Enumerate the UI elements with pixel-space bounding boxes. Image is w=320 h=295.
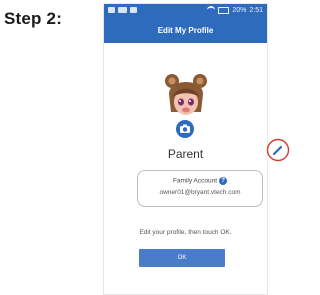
bear-avatar-icon <box>165 74 207 115</box>
battery-percent: 20% <box>232 6 247 14</box>
app-header: 20% 2:51 Edit My Profile <box>104 4 267 43</box>
family-account-box: Family Account? owner01@bryant.vtech.com <box>137 170 263 207</box>
account-title-label: Family Account <box>172 177 218 185</box>
battery-icon <box>218 6 230 14</box>
camera-icon <box>180 124 190 133</box>
ok-button[interactable]: OK <box>139 249 225 267</box>
status-icons-right: 20% 2:51 <box>207 6 263 14</box>
status-time: 2:51 <box>249 6 263 14</box>
account-title: Family Account? <box>138 177 262 185</box>
pencil-icon <box>266 138 290 162</box>
account-email: owner01@bryant.vtech.com <box>159 189 241 196</box>
page-title: Edit My Profile <box>157 26 214 35</box>
instruction-text: Edit your profile, then touch OK. <box>139 229 232 236</box>
notification-icon <box>130 7 137 13</box>
phone-screen: 20% 2:51 Edit My Profile Parent Family A… <box>103 3 268 295</box>
change-photo-button[interactable] <box>176 120 194 138</box>
profile-name: Parent <box>167 147 204 161</box>
wifi-icon <box>207 6 216 14</box>
notification-icon <box>108 7 115 13</box>
step-label: Step 2: <box>4 9 63 28</box>
notification-icon <box>118 7 127 13</box>
edit-profile-button[interactable] <box>266 138 290 162</box>
status-icons-left <box>108 7 137 13</box>
help-icon[interactable]: ? <box>219 177 228 185</box>
